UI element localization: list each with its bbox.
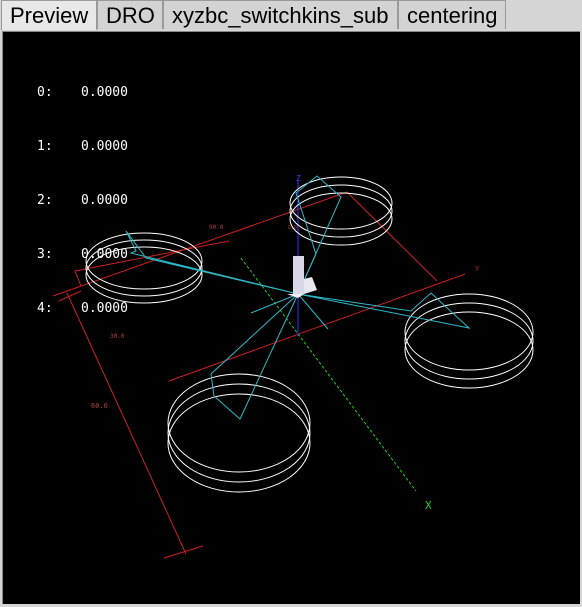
tab-dro[interactable]: DRO: [97, 0, 163, 29]
x-axis-line: [240, 257, 417, 492]
preview-viewport[interactable]: 90.0 30.0 60.0 0.0 X Y Z 0: 0.0000 1: 0.…: [2, 31, 580, 604]
dimension-left-long-label: 60.0: [91, 402, 108, 410]
tab-centering[interactable]: centering: [398, 0, 506, 29]
x-axis-label: X: [425, 499, 432, 512]
fixture-right: [404, 293, 534, 389]
dro-row: 3: 0.0000: [37, 247, 128, 262]
fixture-bottom: [167, 373, 311, 493]
dro-overlay: 0: 0.0000 1: 0.0000 2: 0.0000 3: 0.0000 4: 0.…: [37, 48, 128, 354]
dimension-top-label: 90.0: [209, 224, 224, 231]
tab-xyzbc-switchkins-sub[interactable]: xyzbc_switchkins_sub: [163, 0, 398, 29]
fixture-top-center: [289, 176, 393, 246]
dro-row: 0: 0.0000: [37, 85, 128, 100]
dro-row: 1: 0.0000: [37, 139, 128, 154]
dro-row: 4: 0.0000: [37, 301, 128, 316]
y-axis-label: Y: [475, 265, 480, 273]
z-axis-label: Z: [296, 174, 301, 183]
tab-preview[interactable]: Preview: [1, 0, 97, 30]
tab-bar: Preview DRO xyzbc_switchkins_sub centeri…: [0, 0, 582, 30]
dro-row: 2: 0.0000: [37, 193, 128, 208]
